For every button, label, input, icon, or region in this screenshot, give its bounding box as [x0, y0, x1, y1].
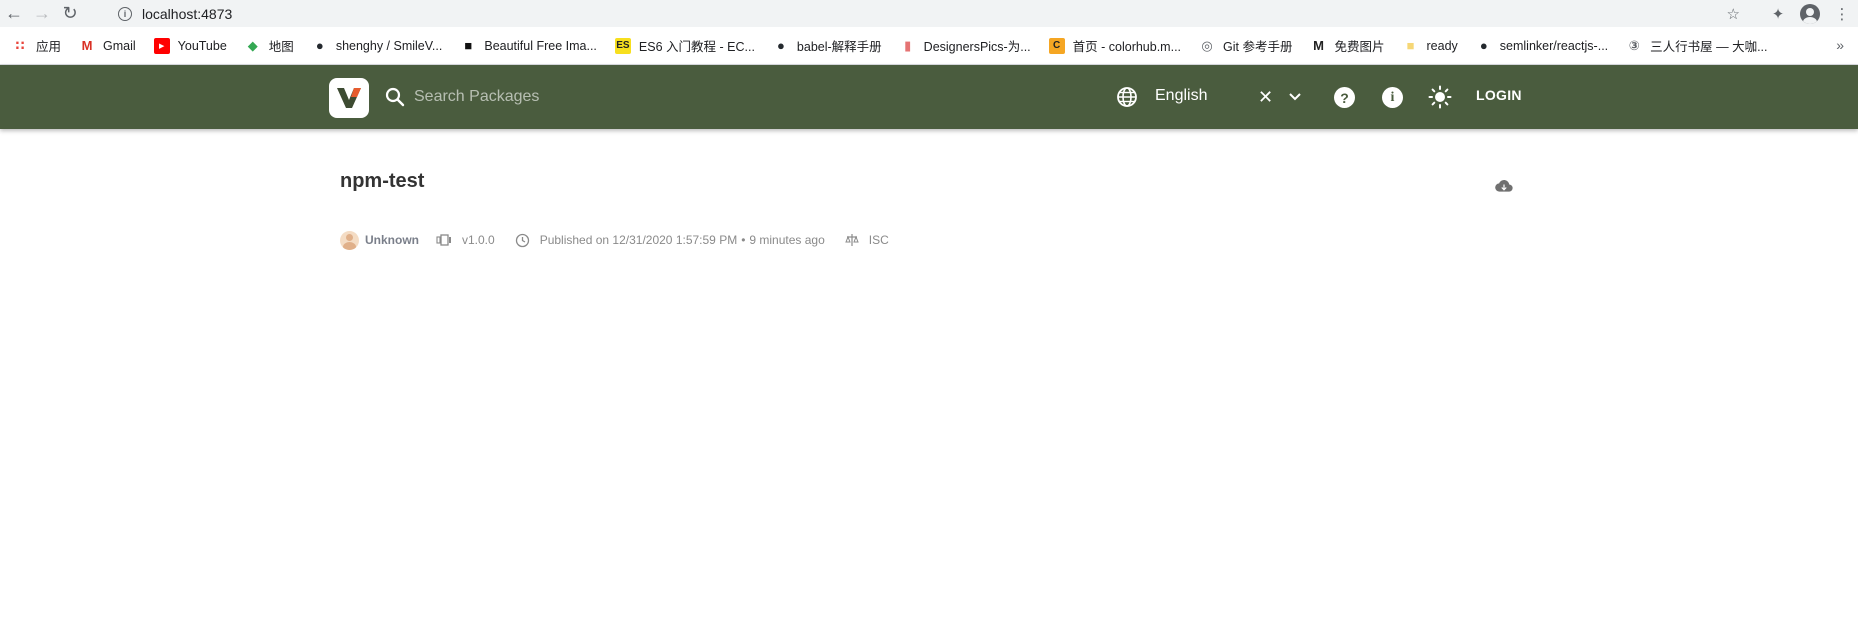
reload-icon[interactable]: ↻: [56, 0, 84, 27]
github-icon: ●: [1479, 38, 1488, 53]
bookmark-label: 首页 - colorhub.m...: [1072, 40, 1182, 54]
package-name: npm-test: [340, 170, 425, 192]
youtube-icon: ▶: [153, 37, 170, 54]
app-header: English ✕ ? i LOGIN: [0, 65, 1858, 129]
unsplash-icon: ■: [464, 38, 473, 53]
github-icon: ●: [776, 38, 785, 53]
browser-menu-icon[interactable]: ⋮: [1826, 5, 1858, 23]
profile-button[interactable]: [1794, 3, 1826, 24]
bookmark-label: YouTube: [177, 38, 227, 53]
site-info-icon[interactable]: i: [118, 7, 132, 21]
published-ago: 9 minutes ago: [749, 233, 825, 247]
bookmark-label: ES6 入门教程 - EC...: [638, 40, 755, 54]
extensions-puzzle-icon[interactable]: ✦: [1762, 5, 1794, 23]
bookmark-label: 应用: [36, 40, 62, 54]
login-button[interactable]: LOGIN: [1476, 87, 1522, 103]
verdaccio-logo-icon: [337, 88, 361, 108]
apps-grid-icon: ∷: [15, 37, 25, 53]
colorhub-icon: C: [1048, 37, 1065, 54]
clear-language-icon[interactable]: ✕: [1258, 87, 1273, 107]
bookmark-label: Beautiful Free Ima...: [484, 38, 597, 53]
bookmark-label: 地图: [268, 40, 294, 54]
bookmark-item[interactable]: ∷ 应用: [12, 36, 61, 55]
bookmark-label: babel-解释手册: [796, 40, 882, 54]
published-date: Published on 12/31/2020 1:57:59 PM: [539, 233, 738, 247]
help-icon[interactable]: ?: [1334, 87, 1355, 108]
m-icon: M: [1313, 38, 1324, 53]
forward-arrow-icon[interactable]: →: [28, 0, 56, 27]
bookmark-label: 三人行书屋 — 大咖...: [1650, 40, 1768, 54]
url-text[interactable]: localhost:4873: [142, 6, 232, 22]
bookmarks-bar: ∷ 应用 M Gmail ▶ YouTube ◆ 地图 ● shenghy / SmileV...…: [0, 27, 1858, 65]
bookmark-item[interactable]: ■ ready: [1403, 38, 1458, 54]
author-name: Unknown: [365, 233, 419, 247]
bookmark-item[interactable]: ▶ YouTube: [153, 37, 227, 54]
bookmark-label: DesignersPics-为...: [923, 40, 1031, 54]
github-icon: ●: [315, 38, 324, 53]
back-arrow-icon[interactable]: ←: [0, 0, 28, 27]
author-avatar: [340, 230, 359, 250]
download-tarball-icon[interactable]: [1495, 179, 1513, 193]
bookmark-label: shenghy / SmileV...: [335, 38, 443, 53]
meta-separator: •: [741, 233, 746, 247]
bookmark-item[interactable]: ES ES6 入门教程 - EC...: [614, 36, 755, 55]
profile-avatar-icon: [1800, 3, 1820, 24]
bookmark-item[interactable]: C 首页 - colorhub.m...: [1048, 36, 1182, 55]
address-bar[interactable]: i localhost:4873 ☆: [108, 2, 1750, 26]
bookmark-item[interactable]: ● shenghy / SmileV...: [312, 38, 443, 54]
bookmark-item[interactable]: ● semlinker/reactjs-...: [1476, 38, 1608, 54]
browser-toolbar: ← → ↻ i localhost:4873 ☆ ✦ ⋮: [0, 0, 1858, 27]
version-icon: [436, 234, 452, 246]
search-packages-input[interactable]: [414, 83, 714, 111]
search-icon: [385, 87, 405, 107]
bookmark-item[interactable]: ● babel-解释手册: [773, 36, 882, 55]
gmail-icon: M: [81, 38, 93, 53]
verdaccio-logo[interactable]: [329, 78, 369, 118]
chevron-down-icon[interactable]: [1285, 87, 1305, 107]
theme-toggle-sun-icon[interactable]: [1428, 85, 1452, 109]
language-globe-icon: [1117, 87, 1137, 107]
bookmark-label: ready: [1426, 38, 1458, 53]
bookmark-label: semlinker/reactjs-...: [1499, 38, 1609, 53]
language-select-value[interactable]: English: [1155, 87, 1207, 105]
bookmarks-overflow-icon[interactable]: »: [1836, 37, 1844, 53]
bookmark-item[interactable]: ◆ 地图: [245, 36, 294, 55]
circle-3-icon: ③: [1628, 37, 1640, 53]
bookmark-item[interactable]: M Gmail: [79, 38, 136, 54]
bookmark-item[interactable]: M 免费图片: [1310, 36, 1384, 55]
bookmark-label: Gmail: [103, 38, 136, 53]
bookmark-item[interactable]: ▮ DesignersPics-为...: [900, 36, 1031, 55]
info-icon[interactable]: i: [1382, 87, 1403, 108]
clock-icon: [515, 233, 530, 248]
package-license: ISC: [868, 233, 889, 247]
bookmark-item[interactable]: ③ 三人行书屋 — 大咖...: [1626, 36, 1768, 55]
bookmark-icon: ▮: [904, 37, 912, 53]
folder-icon: ■: [1406, 38, 1415, 53]
license-scale-icon: [845, 233, 859, 247]
bookmark-star-icon[interactable]: ☆: [1727, 5, 1740, 23]
es-icon: ES: [614, 37, 631, 54]
bookmark-label: Git 参考手册: [1223, 40, 1293, 54]
package-meta-row: Unknown v1.0.0 Published on 12/31/2020 1…: [340, 230, 909, 250]
globe-icon: ◎: [1201, 37, 1213, 53]
bookmark-item[interactable]: ◎ Git 参考手册: [1199, 36, 1292, 55]
package-version: v1.0.0: [462, 233, 495, 247]
bookmark-item[interactable]: ■ Beautiful Free Ima...: [460, 38, 597, 54]
bookmark-label: 免费图片: [1334, 40, 1385, 54]
maps-icon: ◆: [247, 37, 258, 53]
